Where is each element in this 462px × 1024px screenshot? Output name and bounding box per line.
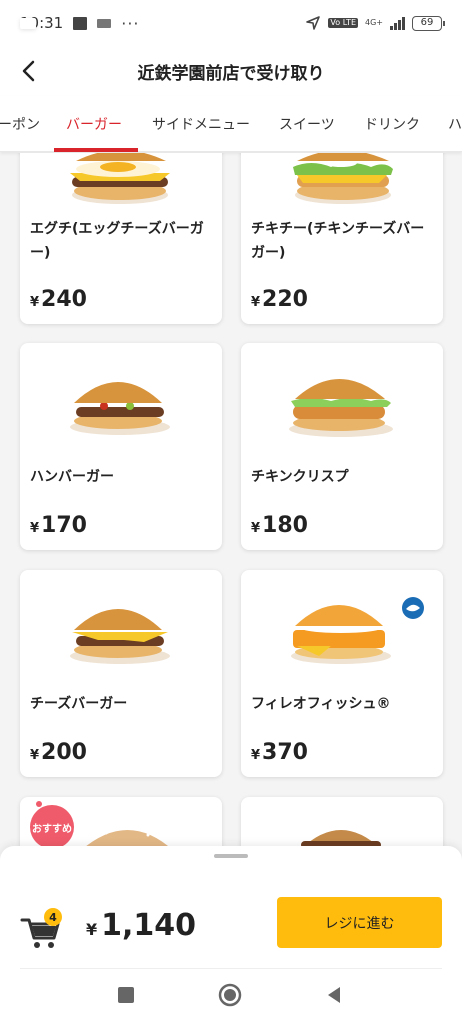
tab-side-menu[interactable]: サイドメニュー: [152, 96, 250, 151]
product-card-egg-cheese[interactable]: エグチ(エッグチーズバーガー) ¥ 240: [20, 153, 222, 324]
recent-apps-button[interactable]: [113, 982, 139, 1008]
product-name: ハンバーガー: [30, 469, 114, 485]
product-price: ¥ 170: [30, 513, 87, 538]
status-left: 10:31 ···: [20, 14, 140, 33]
product-card-hamburger[interactable]: ハンバーガー ¥ 170: [20, 343, 222, 550]
tab-happy-set[interactable]: ハ: [448, 96, 462, 151]
battery-icon: 69: [412, 15, 445, 31]
currency-symbol: ¥: [30, 521, 40, 536]
currency-symbol: ¥: [86, 920, 98, 939]
price-amount: 240: [41, 287, 87, 312]
status-bar: 10:31 ··· Vo LTE 4G+ 69: [0, 0, 462, 46]
card-icon: [20, 17, 36, 29]
product-card-filet-o-fish[interactable]: フィレオフィッシュ® ¥ 370: [241, 570, 443, 777]
chicken-cheese-burger-image: [293, 153, 393, 204]
chevron-left-icon: [22, 60, 35, 82]
currency-symbol: ¥: [251, 295, 261, 310]
product-card-chicken-cheese[interactable]: チキチー(チキンチーズバーガー) ¥ 220: [241, 153, 443, 324]
product-price: ¥ 200: [30, 740, 87, 765]
filet-o-fish-image: [291, 605, 391, 664]
product-name: エグチ(エッグチーズバーガー): [30, 221, 204, 261]
price-amount: 180: [262, 513, 308, 538]
square-icon: [118, 987, 134, 1003]
price-amount: 200: [41, 740, 87, 765]
price-amount: 170: [41, 513, 87, 538]
product-grid: エグチ(エッグチーズバーガー) ¥ 240 チキチー(チキンチーズバーガー) ¥…: [0, 153, 462, 850]
product-card-chicken-crisp[interactable]: チキンクリスプ ¥ 180: [241, 343, 443, 550]
back-triangle-icon: [328, 987, 340, 1003]
hamburger-image: [70, 382, 170, 435]
more-notifications-icon: ···: [121, 13, 140, 33]
home-button[interactable]: [217, 982, 243, 1008]
cart-count-badge: 4: [44, 908, 62, 926]
checkout-button[interactable]: レジに進む: [277, 897, 442, 948]
product-card-cheeseburger[interactable]: チーズバーガー ¥ 200: [20, 570, 222, 777]
page-title: 近鉄学園前店で受け取り: [137, 63, 325, 84]
location-arrow-icon: [306, 16, 321, 30]
currency-symbol: ¥: [251, 748, 261, 763]
product-name: チーズバーガー: [30, 696, 128, 712]
currency-symbol: ¥: [30, 295, 40, 310]
product-name: フィレオフィッシュ®: [251, 696, 391, 712]
app-screen: 10:31 ··· Vo LTE 4G+ 69 近鉄学園前店で受け取り ーポン …: [0, 0, 462, 1024]
volte-icon: Vo LTE: [328, 18, 358, 28]
system-back-button[interactable]: [321, 982, 347, 1008]
status-right: Vo LTE 4G+ 69: [305, 15, 445, 31]
product-name: チキチー(チキンチーズバーガー): [251, 221, 425, 261]
trash-icon: [73, 16, 88, 30]
product-name: チキンクリスプ: [251, 469, 349, 485]
tab-drink[interactable]: ドリンク: [364, 96, 420, 151]
product-card-recommended[interactable]: おすすめ: [20, 797, 222, 850]
signal-icon: [390, 16, 405, 30]
product-card-big-mac[interactable]: [241, 797, 443, 850]
price-amount: 370: [262, 740, 308, 765]
home-circle-icon: [218, 983, 242, 1007]
egg-cheese-burger-image: [70, 153, 170, 204]
total-amount: 1,140: [101, 908, 197, 943]
active-tab-indicator: [54, 148, 138, 152]
msc-label-icon: [402, 597, 424, 619]
product-price: ¥ 180: [251, 513, 308, 538]
sheet-drag-handle[interactable]: [214, 854, 248, 858]
cart-total: ¥ 1,140: [86, 908, 196, 943]
product-price: ¥ 240: [30, 287, 87, 312]
back-button[interactable]: [14, 56, 44, 86]
big-mac-image: [301, 830, 381, 849]
product-price: ¥ 220: [251, 287, 308, 312]
tab-sweets[interactable]: スイーツ: [279, 96, 335, 151]
category-tab-bar: ーポン バーガー サイドメニュー スイーツ ドリンク ハ: [0, 96, 462, 152]
chicken-crisp-image: [289, 379, 393, 437]
currency-symbol: ¥: [30, 748, 40, 763]
recommended-badge: おすすめ: [30, 801, 74, 849]
tab-coupon[interactable]: ーポン: [0, 96, 40, 151]
currency-symbol: ¥: [251, 521, 261, 536]
news-icon: [97, 18, 112, 28]
tab-burger[interactable]: バーガー: [66, 96, 122, 151]
app-header: 近鉄学園前店で受け取り: [0, 46, 462, 96]
cheeseburger-image: [70, 609, 170, 664]
system-navigation-bar: [0, 968, 462, 1024]
product-price: ¥ 370: [251, 740, 308, 765]
price-amount: 220: [262, 287, 308, 312]
network-type: 4G+: [365, 18, 383, 27]
